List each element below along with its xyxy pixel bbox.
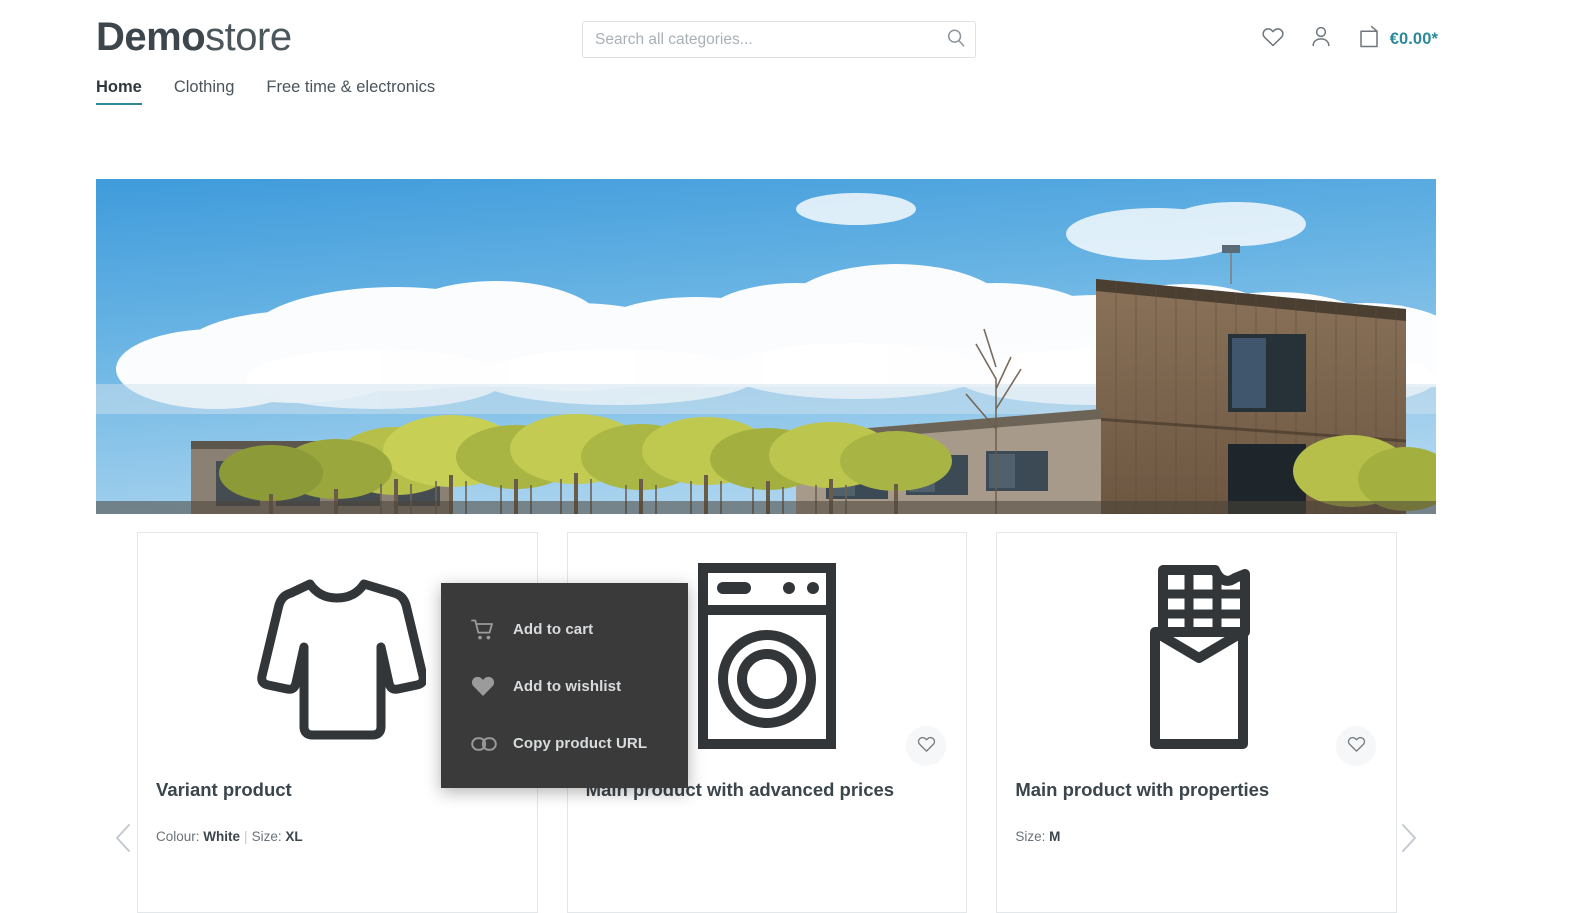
person-icon	[1310, 25, 1332, 53]
context-menu-label: Add to cart	[513, 621, 594, 638]
shopping-cart-icon	[471, 619, 497, 641]
search-form	[582, 21, 976, 58]
variant-label-colour: Colour:	[156, 829, 200, 844]
chevron-right-icon	[1400, 823, 1418, 858]
main-navigation: Home Clothing Free time & electronics	[0, 78, 1596, 124]
nav-item-free-time-electronics[interactable]: Free time & electronics	[266, 78, 435, 105]
logo-text-light: store	[205, 15, 292, 59]
product-info: Main product with properties Size: M	[997, 778, 1396, 846]
product-info: Variant product Colour: White | Size: XL	[138, 778, 537, 846]
header-actions: €0.00*	[1261, 24, 1438, 54]
chocolate-bar-icon	[1143, 562, 1251, 755]
search-input[interactable]	[582, 21, 976, 58]
carousel-prev-button[interactable]	[106, 817, 140, 863]
product-title[interactable]: Main product with properties	[1015, 778, 1378, 802]
logo-text-bold: Demo	[96, 15, 206, 59]
cart-total-amount: €0.00*	[1389, 29, 1438, 48]
context-menu-label: Copy product URL	[513, 735, 648, 752]
variant-value-colour: White	[203, 829, 241, 844]
product-context-menu: Add to cart Add to wishlist Copy product…	[441, 583, 688, 788]
variant-label-size: Size:	[251, 829, 282, 844]
product-card[interactable]: Main product with properties Size: M	[996, 532, 1398, 913]
product-carousel: Variant product Colour: White|Size: XL	[96, 532, 1436, 913]
product-variant-info: Size: M	[1015, 828, 1378, 846]
sweater-icon	[248, 570, 429, 747]
hero-banner-image[interactable]	[96, 179, 1436, 514]
variant-label-size: Size:	[1015, 829, 1046, 844]
chevron-left-icon	[114, 823, 132, 858]
variant-separator: |	[244, 829, 248, 844]
context-menu-item-add-to-cart[interactable]: Add to cart	[441, 601, 688, 658]
context-menu-item-add-to-wishlist[interactable]: Add to wishlist	[441, 658, 688, 715]
context-menu-label: Add to wishlist	[513, 678, 622, 695]
heart-filled-icon	[471, 676, 497, 698]
variant-value-size: XL	[285, 829, 303, 844]
link-icon	[471, 733, 497, 755]
search-icon	[946, 28, 966, 51]
account-button[interactable]	[1310, 25, 1332, 53]
product-card-list: Variant product Colour: White|Size: XL	[137, 532, 1398, 913]
shopping-bag-icon	[1357, 24, 1381, 54]
product-variant-info: Colour: White | Size: XL	[156, 828, 519, 846]
site-header: Demostore Search all categories... €0.00…	[0, 0, 1596, 78]
variant-value-size: M	[1049, 829, 1061, 844]
product-image[interactable]	[997, 533, 1396, 778]
washing-machine-icon	[697, 562, 837, 755]
nav-item-clothing[interactable]: Clothing	[174, 78, 235, 105]
site-logo[interactable]: Demostore	[96, 12, 292, 62]
nav-item-home[interactable]: Home	[96, 78, 142, 105]
product-wishlist-button[interactable]	[1336, 726, 1377, 766]
carousel-next-button[interactable]	[1392, 817, 1426, 863]
cart-button[interactable]: €0.00*	[1357, 24, 1438, 54]
heart-outline-icon	[917, 736, 936, 756]
heart-outline-icon	[1347, 736, 1366, 756]
wishlist-button[interactable]	[1261, 26, 1285, 53]
product-wishlist-button[interactable]	[906, 726, 947, 766]
heart-icon	[1261, 26, 1285, 53]
search-submit-button[interactable]	[936, 21, 976, 58]
hero-illustration	[96, 179, 1436, 514]
context-menu-item-copy-product-url[interactable]: Copy product URL	[441, 715, 688, 772]
